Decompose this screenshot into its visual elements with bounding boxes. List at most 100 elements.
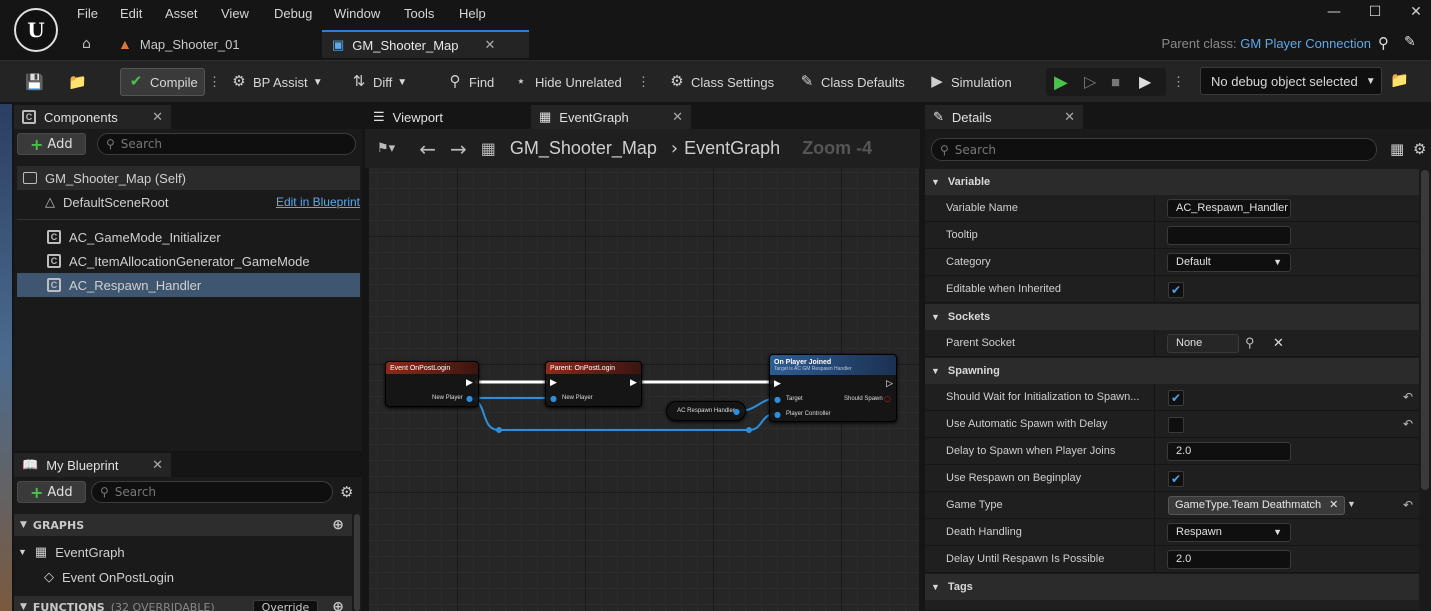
variable-name-input[interactable]: AC_Respawn_Handler bbox=[1167, 199, 1291, 218]
browse-icon[interactable]: 📁 bbox=[68, 73, 87, 91]
table-view-icon[interactable]: ▦ bbox=[1390, 140, 1404, 158]
menu-debug[interactable]: Debug bbox=[274, 6, 312, 26]
compile-button[interactable]: ✔ Compile bbox=[120, 68, 205, 96]
eject-icon[interactable]: ▶ bbox=[1139, 68, 1151, 96]
node-parent-onpostlogin[interactable]: Parent: OnPostLogin ▶ ▶ ● New Player bbox=[545, 361, 642, 407]
edit-pencil-icon[interactable]: ✎ bbox=[1404, 34, 1416, 50]
my-blueprint-search-input[interactable]: ⚲ Search bbox=[91, 481, 333, 503]
component-root[interactable]: △ DefaultSceneRoot Edit in Blueprint bbox=[45, 190, 360, 214]
category-sockets[interactable]: ▼ Sockets bbox=[925, 304, 1419, 330]
breadcrumb-blueprint[interactable]: GM_Shooter_Map bbox=[510, 138, 657, 159]
unreal-logo-icon[interactable]: U bbox=[14, 8, 58, 52]
respawn-begin-checkbox[interactable]: ✔ bbox=[1168, 471, 1184, 487]
stop-icon[interactable]: ■ bbox=[1111, 68, 1120, 96]
bp-assist-button[interactable]: ⚙ BP Assist ▼ bbox=[230, 68, 322, 96]
category-spawning[interactable]: ▼ Spawning bbox=[925, 358, 1419, 384]
exec-pin-out-icon[interactable]: ▷ bbox=[886, 379, 893, 389]
exec-pin-icon[interactable]: ▶ bbox=[774, 379, 781, 389]
reroute-node[interactable] bbox=[746, 427, 752, 433]
debug-object-select[interactable]: No debug object selected ▼ bbox=[1200, 67, 1382, 95]
menu-file[interactable]: File bbox=[77, 6, 98, 26]
debug-browse-icon[interactable]: 📁 bbox=[1390, 71, 1409, 89]
class-settings-button[interactable]: ⚙ Class Settings bbox=[668, 68, 774, 96]
back-arrow-icon[interactable]: ← bbox=[419, 137, 436, 161]
event-graph-canvas[interactable]: Event OnPostLogin ▶ New Player ● Parent:… bbox=[369, 168, 919, 611]
node-on-player-joined[interactable]: On Player Joined Target is AC GM Respawn… bbox=[769, 354, 897, 422]
add-member-button[interactable]: + Add bbox=[17, 481, 86, 503]
bookmark-icon[interactable]: ⚑▾ bbox=[377, 141, 395, 156]
details-search-input[interactable]: ⚲ Search bbox=[931, 138, 1377, 161]
death-handling-combo[interactable]: Respawn ▼ bbox=[1167, 523, 1291, 542]
add-component-button[interactable]: + Add bbox=[17, 133, 86, 155]
browse-socket-icon[interactable]: ⚲ bbox=[1245, 335, 1255, 351]
menu-asset[interactable]: Asset bbox=[165, 6, 198, 26]
menu-window[interactable]: Window bbox=[334, 6, 380, 26]
minimize-icon[interactable]: — bbox=[1319, 4, 1349, 26]
parent-class-value[interactable]: GM Player Connection bbox=[1240, 36, 1371, 51]
class-defaults-button[interactable]: ✎ Class Defaults bbox=[798, 68, 905, 96]
save-icon[interactable]: 💾 bbox=[25, 73, 44, 91]
object-pin-icon[interactable]: ● bbox=[774, 410, 781, 419]
exec-pin-icon[interactable]: ▶ bbox=[466, 378, 473, 388]
object-pin-icon[interactable]: ● bbox=[774, 395, 781, 404]
settings-gear-icon[interactable]: ⚙ bbox=[1413, 140, 1426, 158]
exec-pin-icon[interactable]: ▶ bbox=[550, 378, 557, 388]
bool-pin-icon[interactable]: ○ bbox=[884, 394, 891, 403]
close-icon[interactable]: ✕ bbox=[152, 109, 163, 125]
graphs-section[interactable]: ▼ GRAPHS ⊕ bbox=[14, 514, 352, 536]
add-graph-icon[interactable]: ⊕ bbox=[332, 517, 344, 533]
forward-arrow-icon[interactable]: → bbox=[450, 137, 467, 161]
functions-section[interactable]: ▼ FUNCTIONS (32 OVERRIDABLE) Override ⊕ bbox=[14, 596, 352, 611]
component-item-selected[interactable]: C AC_Respawn_Handler bbox=[17, 273, 360, 297]
close-icon[interactable]: ✕ bbox=[485, 37, 496, 53]
close-icon[interactable]: ✕ bbox=[672, 109, 683, 125]
close-window-icon[interactable]: ✕ bbox=[1401, 4, 1431, 26]
step-icon[interactable]: ▷ bbox=[1084, 68, 1096, 96]
components-tab[interactable]: C Components ✕ bbox=[14, 105, 171, 129]
find-button[interactable]: ⚲ Find bbox=[446, 68, 495, 96]
tab-gm-shooter-map[interactable]: ▣ GM_Shooter_Map ✕ bbox=[322, 30, 529, 58]
game-type-tag[interactable]: GameType.Team Deathmatch ✕ bbox=[1168, 496, 1346, 515]
more-options-icon[interactable]: ⋮ bbox=[637, 68, 650, 96]
object-pin-icon[interactable]: ● bbox=[733, 407, 740, 416]
reset-to-default-icon[interactable]: ↶ bbox=[1403, 417, 1413, 431]
reroute-node[interactable] bbox=[496, 427, 502, 433]
add-function-icon[interactable]: ⊕ bbox=[332, 599, 344, 611]
node-event-onpostlogin[interactable]: Event OnPostLogin ▶ New Player ● bbox=[385, 361, 479, 407]
diff-button[interactable]: ⇅ Diff ▼ bbox=[350, 68, 407, 96]
search-icon[interactable]: ⚲ bbox=[1378, 34, 1389, 52]
details-scrollbar[interactable] bbox=[1421, 170, 1429, 490]
maximize-icon[interactable]: ☐ bbox=[1360, 4, 1390, 26]
object-pin-icon[interactable]: ● bbox=[550, 394, 557, 403]
node-variable-respawn-handler[interactable]: AC Respawn Handler ● bbox=[666, 401, 746, 421]
object-pin-icon[interactable]: ● bbox=[466, 394, 473, 403]
play-icon[interactable]: ▶ bbox=[1054, 68, 1068, 96]
auto-spawn-checkbox[interactable] bbox=[1168, 417, 1184, 433]
scrollbar[interactable] bbox=[354, 514, 360, 611]
clear-icon[interactable]: ✕ bbox=[1273, 335, 1284, 351]
editable-checkbox[interactable]: ✔ bbox=[1168, 282, 1184, 298]
component-self[interactable]: GM_Shooter_Map (Self) bbox=[17, 166, 360, 190]
reset-to-default-icon[interactable]: ↶ bbox=[1403, 390, 1413, 404]
menu-help[interactable]: Help bbox=[459, 6, 486, 26]
close-icon[interactable]: ✕ bbox=[152, 457, 163, 473]
should-wait-checkbox[interactable]: ✔ bbox=[1168, 390, 1184, 406]
compile-options-icon[interactable]: ⋮ bbox=[208, 68, 221, 96]
chevron-down-icon[interactable]: ▼ bbox=[1347, 499, 1356, 509]
components-search-input[interactable]: ⚲ Search bbox=[97, 133, 356, 155]
close-icon[interactable]: ✕ bbox=[1064, 109, 1075, 125]
override-dropdown[interactable]: Override bbox=[252, 599, 319, 611]
my-blueprint-tab[interactable]: 📖 My Blueprint ✕ bbox=[14, 453, 171, 477]
category-combo[interactable]: Default ▼ bbox=[1167, 253, 1291, 272]
settings-gear-icon[interactable]: ⚙ bbox=[340, 483, 353, 501]
tab-map-shooter[interactable]: ▲ Map_Shooter_01 bbox=[108, 30, 313, 58]
play-options-icon[interactable]: ⋮ bbox=[1172, 68, 1185, 96]
details-tab[interactable]: ✎ Details ✕ bbox=[925, 105, 1083, 129]
component-item[interactable]: C AC_ItemAllocationGenerator_GameMode bbox=[47, 249, 360, 273]
event-item[interactable]: ◇ Event OnPostLogin bbox=[44, 565, 174, 589]
tab-viewport[interactable]: ☰ Viewport bbox=[365, 105, 527, 129]
home-icon[interactable]: ⌂ bbox=[82, 36, 91, 52]
menu-view[interactable]: View bbox=[221, 6, 249, 26]
tab-event-graph[interactable]: ▦ EventGraph ✕ bbox=[531, 105, 691, 129]
simulation-button[interactable]: ▶ Simulation bbox=[928, 68, 1011, 96]
